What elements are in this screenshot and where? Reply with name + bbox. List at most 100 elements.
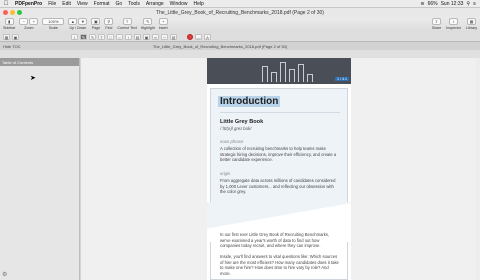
inspector-button[interactable]: i: [449, 18, 459, 25]
link-tool[interactable]: ∞: [152, 34, 159, 40]
mouse-cursor-icon: ➤: [30, 75, 36, 82]
share-icon: ⇧: [434, 19, 439, 24]
text-tool[interactable]: T: [98, 34, 105, 40]
menu-item-tools[interactable]: Tools: [125, 1, 143, 7]
origin-paragraph[interactable]: From aggregate data across millions of c…: [220, 178, 340, 195]
share-group: ⇧ Share: [431, 18, 442, 30]
scale-group: 100% Scale: [42, 18, 65, 30]
intro-heading[interactable]: Introduction: [218, 96, 281, 107]
menu-item-arrange[interactable]: Arrange: [143, 1, 167, 7]
oval-icon: ○: [118, 34, 121, 40]
stamp-icon: ▣: [144, 34, 149, 40]
toolbar-right: ⇧ Share i Inspector ▦ Library: [432, 18, 477, 30]
page-down-button[interactable]: ▼: [78, 18, 88, 25]
insert-icon: +: [162, 19, 165, 24]
page-label: Page: [91, 26, 101, 30]
stamp-tool[interactable]: ▣: [143, 34, 150, 40]
zoom-window-button[interactable]: [17, 10, 22, 15]
page-counter-tag: 1 / 4.1: [335, 77, 349, 81]
font-icon: A: [206, 34, 209, 40]
signature-icon: ∽: [162, 34, 167, 40]
gear-icon[interactable]: ⚙: [2, 271, 7, 278]
signature-tool[interactable]: ∽: [161, 34, 168, 40]
grid-icon: ▦: [4, 34, 9, 40]
text-cursor-icon: I: [73, 34, 76, 40]
menu-item-view[interactable]: View: [74, 1, 91, 7]
share-label: Share: [431, 26, 442, 30]
note-tool[interactable]: ▤: [134, 34, 141, 40]
wifi-icon[interactable]: ≋: [420, 1, 424, 7]
menu-item-edit[interactable]: Edit: [59, 1, 74, 7]
menu-item-app[interactable]: PDFpenPro: [12, 1, 45, 7]
status-area: ≋ 66% Sun 12:33 ⚲ ≡: [420, 1, 480, 7]
annotation-toolbar: ▦ ▣ I ✎ ✎ T □ ○ / ▤ ▣ ∞ ∽ ▤ — A: [0, 33, 480, 42]
origin-label[interactable]: origin: [220, 171, 230, 176]
rectangle-icon: □: [109, 34, 112, 40]
noun-phrase-label[interactable]: noun phrase: [220, 139, 243, 144]
pen-tool[interactable]: ✎: [80, 34, 87, 40]
zoom-out-button[interactable]: −: [19, 18, 29, 25]
view-mode-button[interactable]: ▦: [3, 34, 10, 40]
correct-text-button[interactable]: T: [122, 18, 132, 25]
oval-tool[interactable]: ○: [116, 34, 123, 40]
page-banner: 1 / 4.1: [207, 58, 351, 84]
highlighter-icon: ✎: [146, 19, 150, 24]
sidebar-icon: ▮: [8, 19, 11, 24]
page-view-button[interactable]: ▣: [12, 34, 19, 40]
pdf-page[interactable]: 1 / 4.1 Introduction Little Grey Book /ˈ…: [207, 58, 351, 280]
inspector-group: i Inspector: [446, 18, 461, 30]
library-button[interactable]: ▦: [467, 18, 476, 25]
document-title: The_Little_Grey_Book_of_Recruiting_Bench…: [152, 43, 288, 49]
menu-item-help[interactable]: Help: [190, 1, 206, 7]
inspector-label: Inspector: [446, 26, 461, 30]
minimize-window-button[interactable]: [10, 10, 15, 15]
zoom-in-button[interactable]: +: [29, 18, 39, 25]
updown-group: ▲ ▼ Up / Down: [68, 18, 88, 30]
menu-item-format[interactable]: Format: [91, 1, 113, 7]
form-tool[interactable]: ▤: [170, 34, 177, 40]
insert-button[interactable]: +: [158, 18, 168, 25]
close-window-button[interactable]: [3, 10, 8, 15]
definition-paragraph[interactable]: A collection of recruiting benchmarks to…: [220, 146, 340, 163]
menu-item-go[interactable]: Go: [113, 1, 126, 7]
zoom-group: − + Zoom: [19, 18, 39, 30]
menu-item-file[interactable]: File: [45, 1, 59, 7]
arrow-up-icon: ▲: [70, 19, 75, 24]
banner-graphic: [262, 62, 313, 82]
select-text-tool[interactable]: I: [71, 34, 78, 40]
apple-menu-icon[interactable]: : [0, 1, 12, 7]
intro-paragraph-2[interactable]: Inside, you'll find answers to vital que…: [220, 254, 340, 277]
toc-header[interactable]: Table of Contents: [0, 58, 79, 66]
ruler-strip: [0, 50, 480, 58]
page-button[interactable]: ▣: [91, 18, 101, 25]
sidebar-group: ▮ Sidebar: [3, 18, 15, 30]
page-icon: ▣: [13, 34, 18, 40]
find-button[interactable]: ⚲: [104, 18, 114, 25]
intro-paragraph-1[interactable]: In our first ever Little Grey Book of Re…: [220, 232, 340, 249]
share-button[interactable]: ⇧: [431, 18, 441, 25]
vertical-scrollbar[interactable]: [476, 58, 480, 280]
phonetic-text[interactable]: /ˈlɪt(ə)l ɡreɪ bʊk/: [220, 126, 251, 131]
search-icon[interactable]: ⚲: [466, 1, 470, 7]
page-up-button[interactable]: ▲: [68, 18, 78, 25]
color-picker-button[interactable]: [187, 34, 193, 40]
hide-toc-button[interactable]: Hide TOC: [0, 44, 80, 49]
font-button[interactable]: A: [204, 34, 211, 40]
stroke-width-button[interactable]: —: [195, 34, 202, 40]
document-tab-bar: Hide TOC The_Little_Grey_Book_of_Recruit…: [0, 42, 480, 50]
highlight-button[interactable]: ✎: [143, 18, 153, 25]
correct-text-group: T Correct Text: [117, 18, 137, 30]
rectangle-tool[interactable]: □: [107, 34, 114, 40]
line-tool[interactable]: /: [125, 34, 132, 40]
link-icon: ∞: [154, 34, 157, 40]
menu-item-window[interactable]: Window: [167, 1, 191, 7]
clock[interactable]: Sun 12:33: [441, 1, 464, 7]
highlight-tool[interactable]: ✎: [89, 34, 96, 40]
battery-percent[interactable]: 66%: [428, 1, 438, 7]
sidebar-toggle-button[interactable]: ▮: [4, 18, 14, 25]
scale-dropdown[interactable]: 100%: [42, 18, 65, 25]
text-correct-icon: T: [125, 19, 129, 24]
book-title[interactable]: Little Grey Book: [220, 119, 263, 125]
menu-list-icon[interactable]: ≡: [473, 1, 476, 7]
arrow-down-icon: ▼: [80, 19, 85, 24]
